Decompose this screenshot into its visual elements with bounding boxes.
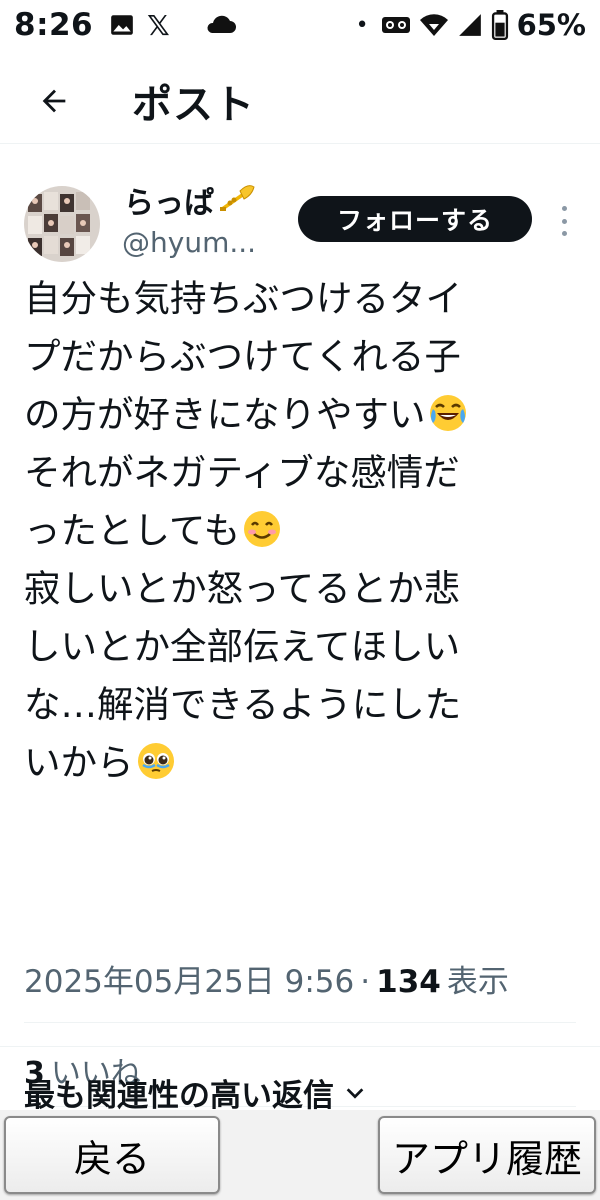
post-text-line: プだからぶつけてくれる子 xyxy=(24,335,461,378)
avatar-image xyxy=(24,186,100,262)
views-label: 表示 xyxy=(446,964,509,1000)
trumpet-icon xyxy=(220,185,255,211)
status-right-icons: • 65% xyxy=(352,8,586,42)
smiling-emoji-icon xyxy=(244,511,281,547)
top-app-bar: ポスト xyxy=(0,58,600,144)
system-nav-bar: 戻る アプリ履歴 xyxy=(0,1110,600,1200)
dot-icon: • xyxy=(355,12,369,38)
avatar[interactable] xyxy=(24,186,100,262)
post-text-line: の方が好きになりやすい xyxy=(24,393,426,436)
x-logo-icon: 𝕏 xyxy=(147,8,170,42)
display-name-text: らっぱ xyxy=(124,186,214,221)
author-row: らっぱ @hyum... フォローする xyxy=(0,166,600,262)
more-options-button[interactable] xyxy=(552,206,576,236)
battery-icon xyxy=(491,10,508,40)
signal-icon xyxy=(458,14,481,36)
wifi-icon xyxy=(419,14,448,36)
divider xyxy=(0,1046,600,1047)
post-text-line: 寂しいとか怒ってるとか悲 xyxy=(24,567,461,610)
post-text-line: な…解消できるようにした xyxy=(24,683,462,726)
follow-button[interactable]: フォローする xyxy=(298,196,532,242)
post-date[interactable]: 2025年05月25日 9:56 xyxy=(24,956,354,1001)
cloud-icon xyxy=(207,15,236,33)
more-dot-icon xyxy=(561,206,567,211)
app-history-button[interactable]: アプリ履歴 xyxy=(378,1116,596,1194)
replies-sort-label: 最も関連性の高い返信 xyxy=(24,1078,334,1114)
post-text-line: ったとしても xyxy=(24,509,241,552)
more-dot-icon xyxy=(561,231,567,236)
arrow-left-icon xyxy=(42,89,66,112)
joy-emoji-icon xyxy=(429,395,466,431)
post-text-line: それがネガティブな感情だ xyxy=(24,451,460,494)
post-meta: 2025年05月25日 9:56 · 134 表示 xyxy=(24,956,509,1001)
page-title: ポスト xyxy=(132,81,255,128)
views-count: 134 xyxy=(376,964,441,1000)
system-back-button[interactable]: 戻る xyxy=(4,1116,220,1194)
voicemail-icon xyxy=(381,17,410,33)
meta-separator: · xyxy=(360,964,371,1000)
post-text-line: しいとか全部伝えてほしい xyxy=(24,625,461,668)
more-dot-icon xyxy=(561,218,567,224)
back-button[interactable] xyxy=(24,71,84,131)
author-handle[interactable]: @hyum... xyxy=(122,226,256,259)
display-name[interactable]: らっぱ xyxy=(124,178,258,222)
status-time: 8:26 xyxy=(14,7,94,43)
image-icon xyxy=(111,15,133,35)
replies-sort-dropdown[interactable]: 最も関連性の高い返信 xyxy=(24,1070,366,1115)
post-text: 自分も気持ちぶつけるタイ プだからぶつけてくれる子 の方が好きになりやすい それ… xyxy=(24,270,580,792)
status-left-icons: 𝕏 xyxy=(109,9,238,42)
status-bar: 8:26 𝕏 • 65% xyxy=(0,0,600,50)
post-text-line: 自分も気持ちぶつけるタイ xyxy=(24,277,462,320)
chevron-down-icon xyxy=(346,1087,364,1099)
post-text-line: いから xyxy=(24,741,134,784)
battery-percent: 65% xyxy=(516,8,586,42)
divider xyxy=(24,1022,576,1023)
pleading-emoji-icon xyxy=(137,743,174,779)
